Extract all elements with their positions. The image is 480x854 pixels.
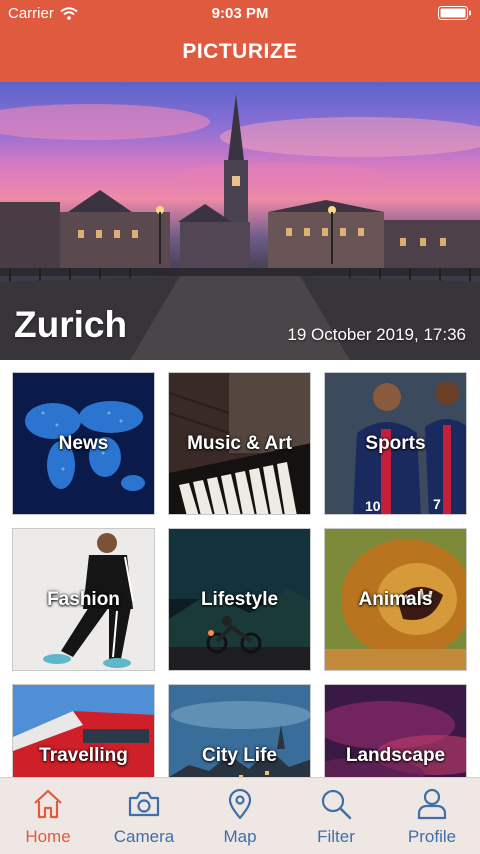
tab-bar: Home Camera Map Filter Profile [0, 777, 480, 854]
map-pin-icon [228, 788, 252, 820]
category-tile-animals[interactable]: Animals [324, 528, 467, 671]
category-label: City Life [202, 745, 277, 766]
category-label: Travelling [39, 745, 128, 766]
category-tile-lifestyle[interactable]: Lifestyle [168, 528, 311, 671]
tab-map[interactable]: Map [192, 778, 288, 854]
category-label: Music & Art [187, 433, 292, 454]
hero-date: 19 October 2019, 17:36 [287, 325, 466, 344]
camera-icon [128, 791, 160, 817]
person-icon [417, 788, 447, 820]
tab-label: Map [223, 827, 257, 846]
hero-city-name: Zurich [14, 304, 128, 345]
category-label: News [58, 433, 109, 454]
tab-profile[interactable]: Profile [384, 778, 480, 854]
category-label: Fashion [47, 589, 120, 610]
svg-text:7: 7 [433, 496, 441, 512]
battery-icon [438, 6, 471, 20]
category-tile-news[interactable]: News [12, 372, 155, 515]
tab-label: Camera [113, 827, 175, 846]
app-header: Carrier 9:03 PM PICTURIZE [0, 0, 480, 82]
category-label: Lifestyle [200, 589, 279, 610]
tab-home[interactable]: Home [0, 778, 96, 854]
tab-label: Home [25, 827, 71, 846]
page-title: PICTURIZE [182, 40, 298, 63]
tab-filter[interactable]: Filter [288, 778, 384, 854]
tab-label: Filter [317, 827, 355, 846]
tab-label: Profile [407, 827, 457, 846]
category-tile-city-life[interactable]: City Life [168, 684, 311, 777]
category-grid: News Music & Art 10 7 Sports Fashion Lif… [12, 372, 468, 777]
home-icon [34, 789, 62, 819]
category-tile-sports[interactable]: 10 7 Sports [324, 372, 467, 515]
svg-text:10: 10 [365, 498, 381, 514]
category-tile-music-art[interactable]: Music & Art [168, 372, 311, 515]
status-time: 9:03 PM [211, 5, 269, 22]
search-icon [321, 789, 352, 820]
tab-camera[interactable]: Camera [96, 778, 192, 854]
category-tile-travelling[interactable]: Travelling [12, 684, 155, 777]
category-tile-landscape[interactable]: Landscape [324, 684, 467, 777]
category-tile-fashion[interactable]: Fashion [12, 528, 155, 671]
category-label: Sports [365, 433, 426, 454]
category-label: Animals [358, 589, 433, 610]
category-label: Landscape [345, 745, 446, 766]
status-bar: Carrier 9:03 PM [0, 0, 480, 28]
hero-banner[interactable]: Zurich 19 October 2019, 17:36 [0, 82, 480, 360]
